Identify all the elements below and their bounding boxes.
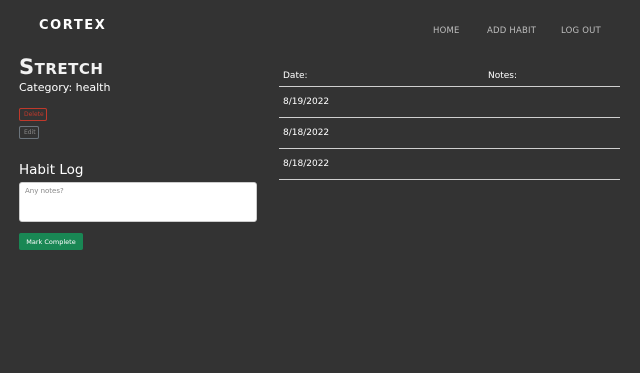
log-date-cell: 8/18/2022	[279, 148, 484, 180]
habit-log-table: Date: Notes: 8/19/2022 8/18/2022 8/18/20…	[279, 66, 620, 180]
edit-button[interactable]: Edit	[19, 126, 39, 139]
log-notes-cell	[484, 148, 620, 180]
date-column-header: Date:	[279, 66, 484, 87]
log-date-cell: 8/18/2022	[279, 117, 484, 149]
notes-column-header: Notes:	[484, 66, 620, 87]
nav-home-link[interactable]: HOME	[433, 26, 460, 36]
habit-log-heading: Habit Log	[19, 162, 84, 178]
nav-logout-link[interactable]: LOG OUT	[561, 26, 601, 36]
nav-add-habit-link[interactable]: ADD HABIT	[487, 26, 536, 36]
log-notes-cell	[484, 117, 620, 149]
table-header-row: Date: Notes:	[279, 66, 620, 87]
table-row: 8/19/2022	[279, 86, 620, 118]
table-row: 8/18/2022	[279, 148, 620, 180]
log-date-cell: 8/19/2022	[279, 86, 484, 118]
habit-title: Stretch	[19, 55, 104, 79]
log-notes-cell	[484, 86, 620, 118]
habit-details-panel: Stretch Category: health Delete Edit Hab…	[19, 54, 259, 250]
delete-button[interactable]: Delete	[19, 108, 47, 121]
brand-logo[interactable]: CORTEX	[39, 18, 106, 33]
top-navbar: CORTEX HOME ADD HABIT LOG OUT	[0, 0, 640, 60]
table-row: 8/18/2022	[279, 117, 620, 149]
habit-category: Category: health	[19, 81, 111, 94]
notes-input[interactable]	[19, 182, 257, 222]
mark-complete-button[interactable]: Mark Complete	[19, 233, 83, 250]
